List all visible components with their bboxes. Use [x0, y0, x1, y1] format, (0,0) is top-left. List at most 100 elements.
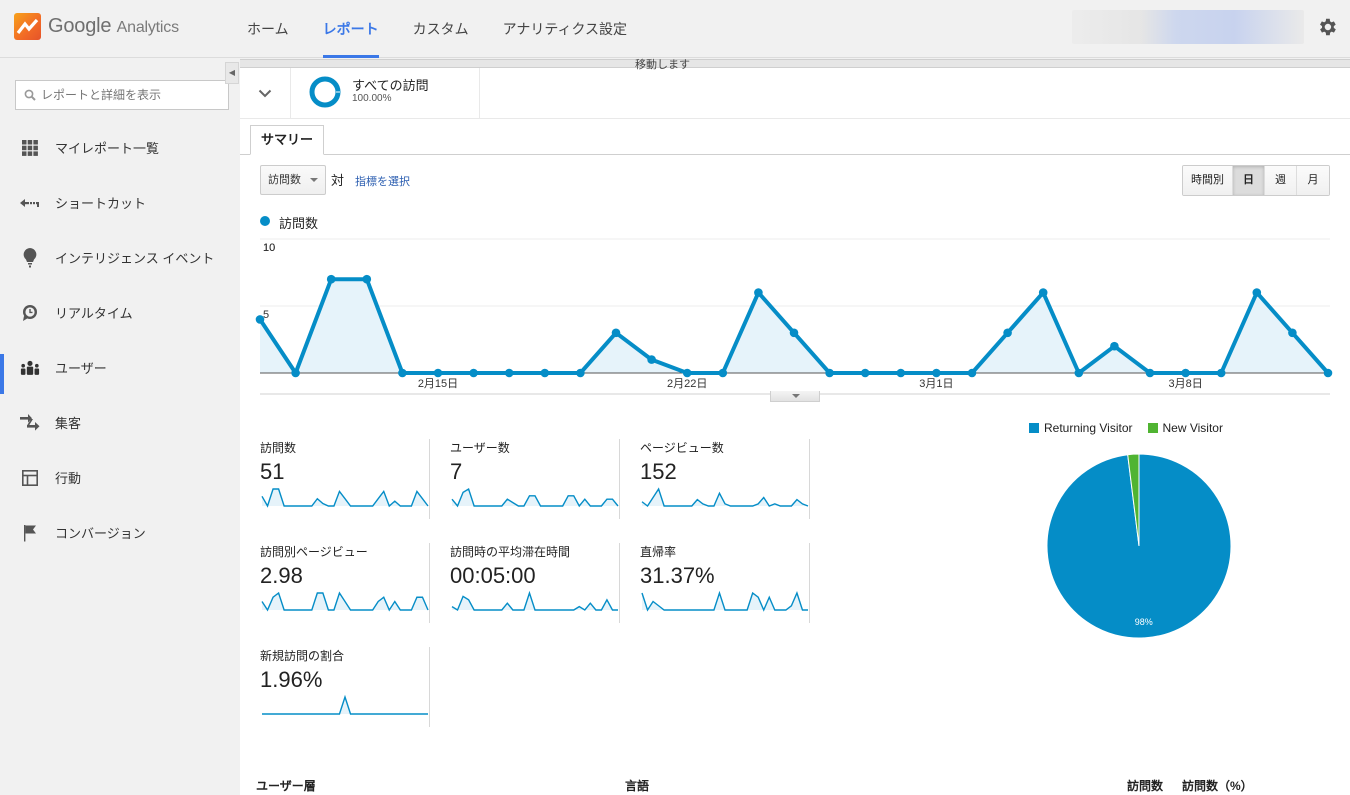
metric-name: 直帰率 — [640, 545, 677, 559]
data-point — [1074, 368, 1084, 378]
sidebar-item-my-reports[interactable]: マイレポート一覧 — [0, 120, 240, 175]
layout-icon — [20, 468, 40, 488]
sparkline-line — [641, 487, 809, 508]
metric-name: ユーザー数 — [450, 441, 510, 455]
metric-sparkline — [261, 488, 429, 508]
metric-tile[interactable]: ユーザー数 7 — [430, 439, 620, 519]
collapse-sidebar-button[interactable]: ◀ — [225, 62, 239, 84]
gear-icon[interactable] — [1316, 16, 1338, 38]
metric-select[interactable]: 訪問数 — [260, 165, 326, 195]
data-point — [504, 368, 514, 378]
segment-all-visits[interactable]: すべての訪問 100.00% — [291, 68, 480, 119]
sparkline-line — [641, 590, 808, 612]
data-point — [647, 355, 656, 364]
sidebar-item-label: 行動 — [55, 471, 82, 486]
grid-icon — [20, 138, 40, 158]
tab-divider — [240, 154, 1350, 155]
segment-ring-icon — [309, 76, 341, 108]
sidebar-item-conversions[interactable]: コンバージョン — [0, 505, 240, 560]
flag-icon — [20, 523, 40, 543]
sidebar-item-audience[interactable]: ユーザー — [0, 340, 240, 395]
data-point — [1323, 368, 1333, 378]
segment-bar: すべての訪問 100.00% — [240, 68, 1350, 119]
users-icon — [20, 358, 40, 378]
sidebar-item-shortcuts[interactable]: ショートカット — [0, 175, 240, 230]
x-tick-label: 3月8日 — [1168, 378, 1202, 390]
period-hourly[interactable]: 時間別 — [1183, 166, 1233, 195]
metric-tile[interactable]: 訪問時の平均滞在時間 00:05:00 — [430, 543, 620, 623]
data-point — [1181, 368, 1190, 378]
data-point — [1003, 328, 1012, 338]
pie-legend-item: Returning Visitor — [1029, 421, 1133, 435]
period-day[interactable]: 日 — [1233, 166, 1265, 195]
sidebar-item-intelligence[interactable]: インテリジェンス イベント — [0, 230, 240, 285]
metric-name: 訪問時の平均滞在時間 — [450, 545, 571, 559]
nav-reports[interactable]: レポート — [306, 0, 396, 58]
sidebar-item-acquisition[interactable]: 集客 — [0, 395, 240, 450]
pie-slice-label: 98% — [1135, 617, 1153, 627]
segment-toggle-button[interactable] — [240, 68, 291, 119]
metric-value: 152 — [640, 459, 677, 484]
metric-value: 31.37% — [640, 563, 715, 588]
data-point — [576, 368, 585, 378]
data-point — [1216, 368, 1226, 378]
chevron-down-icon — [258, 89, 272, 98]
metric-sparkline — [641, 487, 809, 508]
search-icon — [24, 89, 36, 101]
data-point — [1145, 368, 1155, 378]
x-tick-label: 2月22日 — [667, 378, 707, 390]
main-nav: ホーム レポート カスタム アナリティクス設定 — [230, 0, 644, 58]
metric-tile[interactable]: 訪問数 51 — [240, 439, 430, 519]
account-selector-blurred[interactable] — [1072, 10, 1304, 44]
report-search[interactable] — [15, 80, 229, 110]
metric-tile[interactable]: 訪問別ページビュー 2.98 — [240, 543, 430, 623]
period-toggle: 時間別 日 週 月 — [1182, 165, 1330, 196]
report-search-input[interactable] — [41, 88, 221, 102]
data-point — [326, 274, 336, 284]
legend-swatch — [1029, 423, 1039, 433]
data-point — [1252, 288, 1262, 297]
shortcut-arrow-icon — [20, 193, 40, 213]
data-point — [682, 368, 692, 378]
sidebar-item-realtime[interactable]: リアルタイム — [0, 285, 240, 340]
data-point — [291, 368, 300, 378]
table-header-language: 言語 — [625, 779, 650, 793]
metric-name: 訪問数 — [260, 441, 297, 455]
metric-sparkline — [641, 590, 808, 612]
google-analytics-logo[interactable]: Google Analytics — [14, 13, 179, 40]
data-point — [825, 368, 834, 378]
metric-tile[interactable]: 新規訪問の割合 1.96% — [240, 647, 430, 727]
sparkline-fill — [452, 489, 618, 506]
chart-expand-handle[interactable] — [770, 391, 820, 402]
metric-value: 00:05:00 — [450, 563, 536, 588]
sidebar-item-behavior[interactable]: 行動 — [0, 450, 240, 505]
nav-custom[interactable]: カスタム — [396, 0, 486, 58]
nav-home[interactable]: ホーム — [230, 0, 306, 58]
visits-line-chart: 510102月15日 2月22日 3月1日 3月8日 — [255, 238, 1333, 395]
metric-tile[interactable]: ページビュー数 152 — [620, 439, 810, 519]
area-fill — [260, 279, 1328, 373]
sparkline-fill — [262, 697, 428, 714]
y-tick-label: 10 — [263, 242, 275, 254]
data-point — [789, 328, 799, 338]
period-month[interactable]: 月 — [1297, 166, 1329, 195]
sparkline-line — [451, 590, 618, 612]
legend-label: New Visitor — [1162, 421, 1223, 435]
metric-sparkline — [261, 591, 429, 612]
series-legend-dot — [260, 216, 270, 226]
tab-summary[interactable]: サマリー — [250, 125, 325, 155]
metric-tile[interactable]: 直帰率 31.37% — [620, 543, 810, 623]
data-point — [1110, 341, 1119, 351]
table-header-visits[interactable]: 訪問数 — [1127, 777, 1163, 794]
data-point — [1038, 288, 1048, 297]
period-week[interactable]: 週 — [1265, 166, 1297, 195]
metric-select-value: 訪問数 — [268, 174, 301, 186]
data-point — [896, 368, 906, 378]
select-metric-link[interactable]: 指標を選択 — [355, 173, 410, 189]
table-header-visits-pct[interactable]: 訪問数（%） — [1182, 777, 1253, 794]
legend-swatch — [1147, 423, 1158, 433]
table-header-user-layer: ユーザー層 — [256, 779, 316, 793]
data-point — [1288, 328, 1297, 338]
x-tick-label: 3月1日 — [919, 378, 953, 390]
nav-admin[interactable]: アナリティクス設定 — [486, 0, 644, 58]
